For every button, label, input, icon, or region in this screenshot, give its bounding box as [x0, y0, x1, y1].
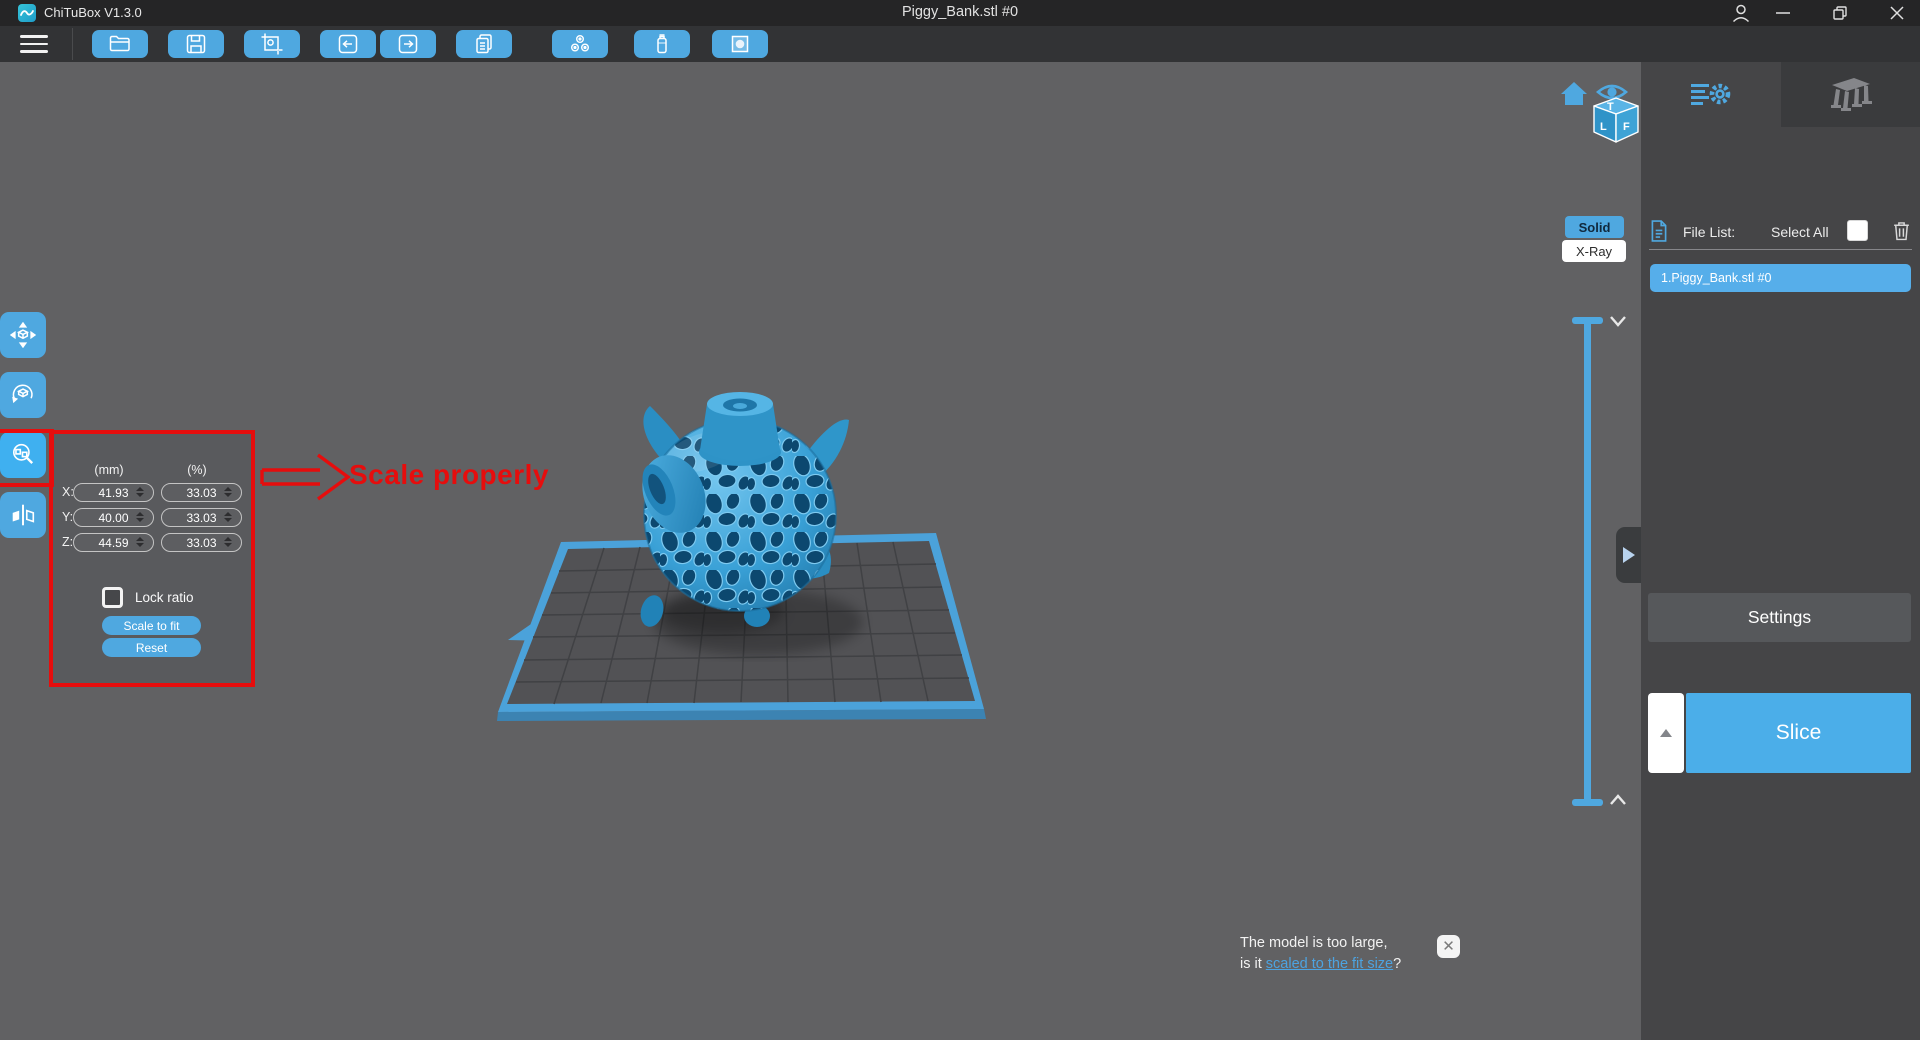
file-list-header: File List: Select All: [1650, 220, 1911, 246]
rotate-tool-icon: [10, 382, 36, 408]
panel-collapse-tab[interactable]: [1616, 527, 1641, 583]
xray-mode-button[interactable]: X-Ray: [1562, 240, 1626, 262]
orientation-cube[interactable]: T L F: [1594, 98, 1638, 142]
clone-button[interactable]: [456, 30, 512, 58]
restore-button[interactable]: [1829, 3, 1851, 23]
undo-button[interactable]: [320, 30, 376, 58]
open-file-button[interactable]: [92, 30, 148, 58]
open-file-icon: [108, 32, 132, 56]
hollow-icon: [568, 32, 592, 56]
resin-tank-button[interactable]: [634, 30, 690, 58]
user-account-icon[interactable]: [1730, 3, 1752, 23]
dig-hole-button[interactable]: [712, 30, 768, 58]
settings-button[interactable]: Settings: [1648, 593, 1911, 642]
dig-hole-icon: [728, 32, 752, 56]
snapshot-button[interactable]: [244, 30, 300, 58]
cube-top-label: T: [1607, 101, 1614, 113]
slice-button[interactable]: Slice: [1686, 693, 1911, 773]
hollow-button[interactable]: [552, 30, 608, 58]
annotation-text: Scale properly: [349, 459, 549, 491]
cube-front-label: F: [1623, 121, 1630, 133]
slider-chevron-down-icon[interactable]: [1608, 313, 1628, 329]
resin-tank-icon: [650, 32, 674, 56]
select-all-checkbox[interactable]: [1847, 220, 1868, 241]
file-list-divider: [1649, 249, 1912, 250]
expand-up-arrow-icon: [1660, 729, 1672, 737]
mirror-tool-icon: [10, 502, 36, 528]
viewport-3d-scene[interactable]: [440, 340, 1060, 740]
annotation-arrow-icon: [256, 448, 352, 506]
slice-controls: Slice: [1648, 693, 1911, 773]
close-button[interactable]: [1886, 3, 1908, 23]
rotate-tool-button[interactable]: [0, 372, 46, 418]
notification-line2-prefix: is it: [1240, 956, 1266, 972]
redo-icon: [396, 32, 420, 56]
redo-button[interactable]: [380, 30, 436, 58]
notification-suffix: ?: [1393, 956, 1401, 972]
menu-button[interactable]: [20, 33, 48, 55]
tab-supports[interactable]: [1781, 62, 1920, 127]
notification-close-button[interactable]: ✕: [1437, 935, 1460, 958]
title-bar: ChiTuBox V1.3.0 Piggy_Bank.stl #0: [0, 0, 1920, 26]
view-cube[interactable]: T L F: [1552, 76, 1647, 156]
supports-tab-icon: [1826, 75, 1874, 115]
save-icon: [184, 32, 208, 56]
tab-slice-settings[interactable]: [1641, 62, 1781, 127]
select-all-label: Select All: [1771, 224, 1829, 240]
undo-icon: [336, 32, 360, 56]
snapshot-icon: [260, 32, 284, 56]
scale-to-fit-link[interactable]: scaled to the fit size: [1266, 956, 1393, 972]
delete-files-icon[interactable]: [1892, 220, 1911, 241]
slider-chevron-up-icon[interactable]: [1608, 792, 1628, 808]
move-tool-icon: [10, 322, 36, 348]
file-list-item[interactable]: 1.Piggy_Bank.stl #0: [1650, 264, 1911, 292]
toolbar-separator: [72, 28, 73, 60]
annotation-box-scale-panel: [49, 430, 255, 687]
collapse-arrow-icon: [1623, 547, 1635, 563]
slice-expand-button[interactable]: [1648, 693, 1684, 773]
slider-handle-bottom[interactable]: [1572, 799, 1603, 806]
file-list-icon: [1650, 220, 1668, 242]
view-visibility-icon[interactable]: [1598, 86, 1626, 98]
cube-left-label: L: [1600, 121, 1607, 133]
file-item-name: 1.Piggy_Bank.stl #0: [1661, 271, 1772, 285]
mirror-tool-button[interactable]: [0, 492, 46, 538]
annotation-box-scale-tool: [0, 429, 54, 487]
window-title: Piggy_Bank.stl #0: [0, 4, 1920, 20]
main-toolbar: [0, 26, 1920, 62]
minimize-button[interactable]: [1772, 3, 1794, 23]
right-panel: File List: Select All 1.Piggy_Bank.stl #…: [1641, 62, 1920, 1040]
save-button[interactable]: [168, 30, 224, 58]
chitubox-window: ChiTuBox V1.3.0 Piggy_Bank.stl #0: [0, 0, 1920, 1040]
home-view-icon[interactable]: [1561, 82, 1587, 105]
clip-slider[interactable]: [1584, 320, 1591, 803]
clone-icon: [472, 32, 496, 56]
file-list-label: File List:: [1683, 224, 1735, 240]
solid-mode-button[interactable]: Solid: [1565, 216, 1624, 238]
move-tool-button[interactable]: [0, 312, 46, 358]
slice-settings-tab-icon: [1689, 78, 1733, 112]
slider-handle-top[interactable]: [1572, 317, 1603, 324]
model-too-large-notification: The model is too large, is it scaled to …: [1240, 933, 1480, 975]
